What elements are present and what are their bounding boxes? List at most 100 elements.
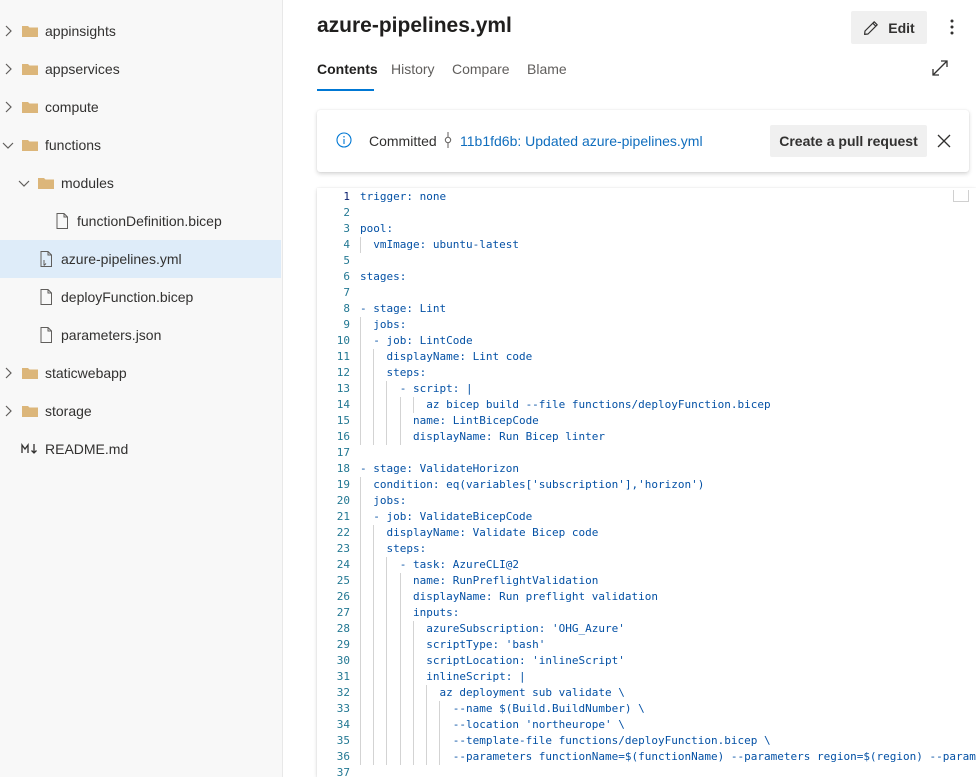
code-line: 21 - job: ValidateBicepCode — [317, 509, 976, 525]
sidebar-item-deployfunction-bicep[interactable]: deployFunction.bicep — [0, 278, 281, 316]
code-line: 12 steps: — [317, 365, 976, 381]
line-number: 32 — [336, 686, 350, 699]
sidebar-item-compute[interactable]: compute — [0, 88, 281, 126]
code-line: 1 trigger: none — [317, 189, 976, 205]
line-number: 5 — [343, 254, 350, 267]
chevron-down-icon[interactable] — [17, 176, 31, 190]
sidebar-item-functions[interactable]: functions — [0, 126, 281, 164]
sidebar-item-functiondefinition-bicep[interactable]: functionDefinition.bicep — [0, 202, 281, 240]
line-number: 16 — [336, 430, 350, 443]
commit-link[interactable]: 11b1fd6b: Updated azure-pipelines.yml — [460, 131, 703, 151]
sidebar-item-label: azure-pipelines.yml — [61, 251, 182, 267]
line-number: 36 — [336, 750, 350, 763]
code-text: vmImage: ubuntu-latest — [360, 238, 519, 251]
code-line: 7 — [317, 285, 976, 301]
line-number: 29 — [336, 638, 350, 651]
sidebar-item-label: appinsights — [45, 23, 116, 39]
code-text: inputs: — [360, 606, 460, 619]
chevron-right-icon[interactable] — [1, 100, 15, 114]
code-text: stages: — [360, 270, 407, 283]
tab-contents[interactable]: Contents — [317, 58, 378, 80]
code-line: 26 displayName: Run preflight validation — [317, 589, 976, 605]
line-number: 11 — [336, 350, 350, 363]
code-text: jobs: — [360, 494, 407, 507]
line-number: 15 — [336, 414, 350, 427]
sidebar-item-appinsights[interactable]: appinsights — [0, 12, 281, 50]
code-text: --location 'northeurope' \ — [360, 718, 625, 731]
chevron-right-icon[interactable] — [1, 404, 15, 418]
code-line: 25 name: RunPreflightValidation — [317, 573, 976, 589]
code-line: 15 name: LintBicepCode — [317, 413, 976, 429]
code-text: steps: — [360, 542, 427, 555]
line-number: 1 — [343, 190, 350, 203]
code-line: 28 azureSubscription: 'OHG_Azure' — [317, 621, 976, 637]
code-line: 34 --location 'northeurope' \ — [317, 717, 976, 733]
chevron-right-icon[interactable] — [1, 24, 15, 38]
line-number: 3 — [343, 222, 350, 235]
code-line: 13 - script: | — [317, 381, 976, 397]
sidebar-item-label: parameters.json — [61, 327, 162, 343]
code-line: 11 displayName: Lint code — [317, 349, 976, 365]
code-text: --parameters functionName=$(functionName… — [360, 750, 976, 763]
chevron-down-icon[interactable] — [1, 138, 15, 152]
sidebar-item-appservices[interactable]: appservices — [0, 50, 281, 88]
line-number: 20 — [336, 494, 350, 507]
line-number: 31 — [336, 670, 350, 683]
code-line: 2 — [317, 205, 976, 221]
line-number: 21 — [336, 510, 350, 523]
code-line: 4 vmImage: ubuntu-latest — [317, 237, 976, 253]
folder-icon — [21, 136, 39, 154]
sidebar-item-label: functionDefinition.bicep — [77, 213, 222, 229]
committed-label: Committed — [369, 133, 437, 149]
code-text: az deployment sub validate \ — [360, 686, 625, 699]
edit-button[interactable]: Edit — [851, 11, 927, 44]
code-text: - stage: Lint — [360, 302, 447, 315]
code-line: 9 jobs: — [317, 317, 976, 333]
scroll-indicator[interactable] — [953, 190, 969, 202]
line-number: 33 — [336, 702, 350, 715]
close-icon[interactable] — [936, 133, 952, 149]
code-viewer[interactable]: 1 trigger: none 2 3 pool: 4 vmImage: ubuntu-l… — [317, 188, 976, 777]
tab-history[interactable]: History — [391, 58, 435, 80]
code-text: pool: — [360, 222, 394, 235]
code-line: 27 inputs: — [317, 605, 976, 621]
code-text: trigger: none — [360, 190, 447, 203]
code-text: condition: eq(variables['subscription'],… — [360, 478, 705, 491]
line-number: 12 — [336, 366, 350, 379]
create-pull-request-button[interactable]: Create a pull request — [770, 125, 927, 157]
folder-icon — [37, 174, 55, 192]
code-line: 19 condition: eq(variables['subscription… — [317, 477, 976, 493]
sidebar-item-label: storage — [45, 403, 92, 419]
sidebar-item-modules[interactable]: modules — [0, 164, 281, 202]
folder-icon — [21, 98, 39, 116]
code-text: name: LintBicepCode — [360, 414, 539, 427]
chevron-right-icon[interactable] — [1, 62, 15, 76]
line-number: 19 — [336, 478, 350, 491]
code-line: 6 stages: — [317, 269, 976, 285]
file-tree-sidebar: appinsights appservices compute functions mo… — [0, 0, 283, 777]
sidebar-item-readme-md[interactable]: README.md — [0, 430, 281, 468]
line-number: 25 — [336, 574, 350, 587]
sidebar-item-azure-pipelines-yml[interactable]: azure-pipelines.yml — [0, 240, 281, 278]
code-text: jobs: — [360, 318, 407, 331]
code-line: 14 az bicep build --file functions/deplo… — [317, 397, 976, 413]
code-line: 17 — [317, 445, 976, 461]
sidebar-item-parameters-json[interactable]: parameters.json — [0, 316, 281, 354]
info-icon — [336, 132, 352, 148]
code-line: 32 az deployment sub validate \ — [317, 685, 976, 701]
line-number: 2 — [343, 206, 350, 219]
sidebar-item-staticwebapp[interactable]: staticwebapp — [0, 354, 281, 392]
file-icon — [37, 288, 55, 306]
line-number: 37 — [336, 766, 350, 777]
tab-compare[interactable]: Compare — [452, 58, 510, 80]
code-text: - job: ValidateBicepCode — [360, 510, 533, 523]
more-vertical-icon[interactable] — [942, 16, 962, 38]
commit-icon — [444, 132, 452, 148]
code-line: 23 steps: — [317, 541, 976, 557]
chevron-right-icon[interactable] — [1, 366, 15, 380]
tab-blame[interactable]: Blame — [527, 58, 567, 80]
expand-icon[interactable] — [931, 59, 949, 77]
sidebar-item-storage[interactable]: storage — [0, 392, 281, 430]
line-number: 28 — [336, 622, 350, 635]
code-line: 10 - job: LintCode — [317, 333, 976, 349]
